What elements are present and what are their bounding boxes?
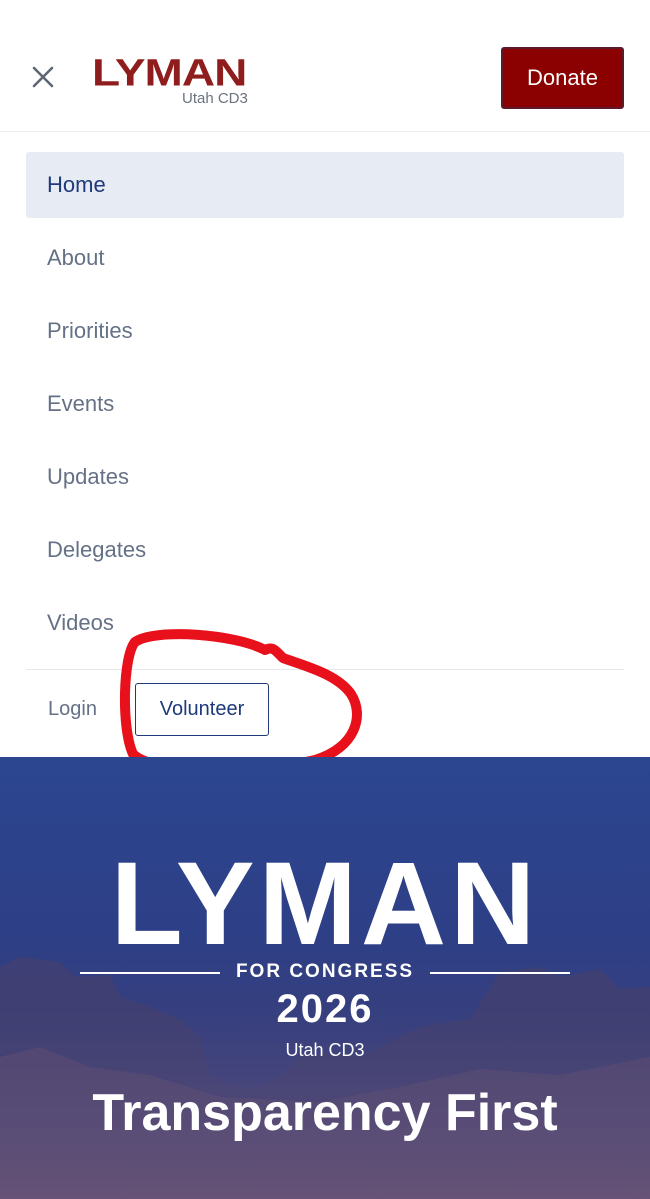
- nav-item-videos[interactable]: Videos: [26, 590, 624, 656]
- nav-item-priorities[interactable]: Priorities: [26, 298, 624, 364]
- nav-divider: [26, 669, 624, 670]
- hero-district: Utah CD3: [285, 1040, 365, 1060]
- nav-item-updates[interactable]: Updates: [26, 444, 624, 510]
- nav-item-home[interactable]: Home: [26, 152, 624, 218]
- site-header: LYMAN Utah CD3 Donate: [0, 0, 650, 132]
- main-nav: Home About Priorities Events Updates Del…: [26, 152, 624, 663]
- logo-subtitle: Utah CD3: [182, 90, 248, 107]
- donate-button[interactable]: Donate: [501, 47, 624, 109]
- hero-banner: LYMAN FOR CONGRESS 2026 Utah CD3 Transpa…: [0, 757, 650, 1199]
- nav-item-about[interactable]: About: [26, 225, 624, 291]
- close-menu-button[interactable]: [26, 60, 60, 94]
- login-link[interactable]: Login: [48, 698, 97, 721]
- volunteer-button[interactable]: Volunteer: [135, 683, 269, 736]
- close-icon: [32, 66, 54, 88]
- hero-title: LYMAN: [110, 838, 540, 970]
- hero-year: 2026: [276, 987, 374, 1031]
- hero-subtitle: FOR CONGRESS: [235, 961, 415, 982]
- nav-item-delegates[interactable]: Delegates: [26, 517, 624, 583]
- hero-tagline: Transparency First: [92, 1084, 558, 1142]
- site-logo[interactable]: LYMAN Utah CD3: [92, 52, 262, 110]
- nav-item-events[interactable]: Events: [26, 371, 624, 437]
- logo-text: LYMAN: [92, 51, 247, 94]
